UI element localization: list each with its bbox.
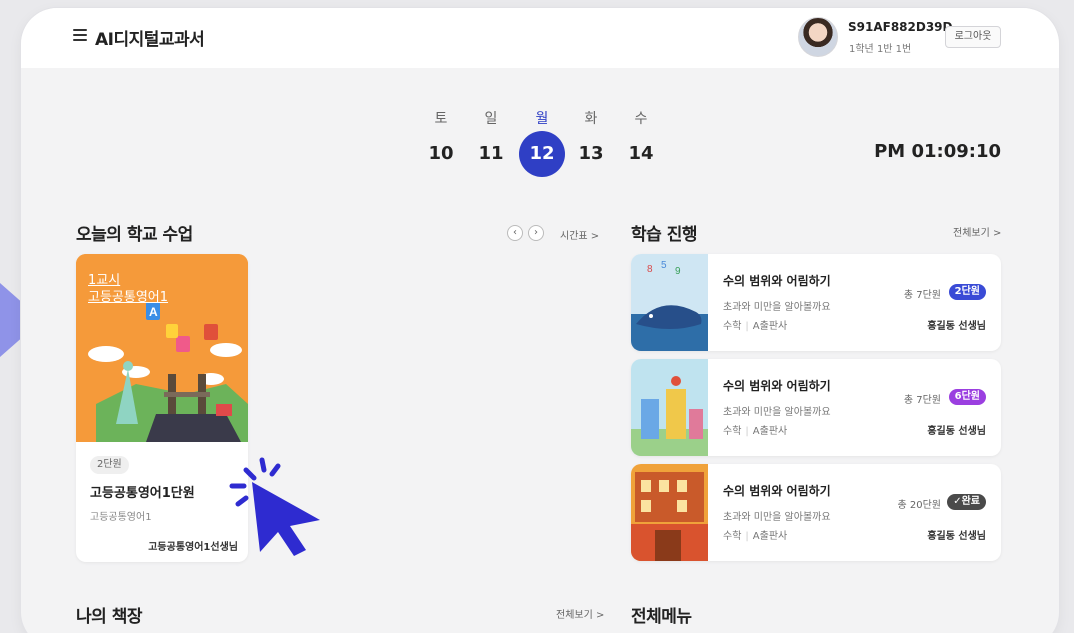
progress-complete-badge: ✓완료 xyxy=(947,494,986,510)
progress-unit-badge: 2단원 xyxy=(948,284,986,300)
progress-unit-badge: 6단원 xyxy=(948,389,986,405)
unit-badge: 2단원 xyxy=(90,456,129,474)
app-title: AI디지털교과서 xyxy=(95,30,205,50)
progress-card[interactable]: 8 5 9 수의 범위와 어림하기 초과와 미만을 알아볼까요 수학 | A출판사 … xyxy=(631,254,1001,351)
progress-publisher: A출판사 xyxy=(752,321,788,332)
progress-meta: 수학 | A출판사 xyxy=(723,527,787,542)
logout-button[interactable]: 로그아웃 xyxy=(945,26,1001,48)
bookshelf-view-all[interactable]: 전체보기 > xyxy=(556,606,604,621)
avatar xyxy=(798,17,838,57)
day-number[interactable]: 13 xyxy=(571,143,611,164)
day-number[interactable]: 14 xyxy=(621,143,661,164)
progress-teacher: 홍길동 선생님 xyxy=(927,321,986,332)
progress-publisher: A출판사 xyxy=(752,426,788,437)
svg-text:A: A xyxy=(149,305,158,319)
class-card-illustration: A 1교시 고등공통영어1 xyxy=(76,254,248,442)
building-thumbnail xyxy=(631,464,708,561)
top-bar: AI디지털교과서 S91AF882D39D 1학년 1반 1번 로그아웃 xyxy=(21,8,1059,68)
user-id: S91AF882D39D xyxy=(848,20,953,34)
day-number[interactable]: 11 xyxy=(471,143,511,164)
class-teacher: 고등공통영어1선생님 xyxy=(148,542,238,553)
progress-card[interactable]: 수의 범위와 어림하기 초과와 미만을 알아볼까요 수학 | A출판사 총 20단원… xyxy=(631,464,1001,561)
learning-progress-view-all[interactable]: 전체보기 > xyxy=(953,224,1001,239)
progress-subtitle: 초과와 미만을 알아볼까요 xyxy=(723,407,831,418)
click-cursor-icon xyxy=(228,456,328,556)
day-label-sat: 토 xyxy=(434,111,448,127)
svg-text:5: 5 xyxy=(661,260,667,271)
meta-divider: | xyxy=(745,426,749,437)
progress-meta: 수학 | A출판사 xyxy=(723,317,787,332)
svg-text:9: 9 xyxy=(675,266,681,277)
clock: PM 01:09:10 xyxy=(874,141,1001,162)
day-number-selected[interactable]: 12 xyxy=(519,131,565,177)
class-period-label[interactable]: 1교시 xyxy=(88,272,168,289)
progress-teacher: 홍길동 선생님 xyxy=(927,531,986,542)
class-title: 고등공통영어1단원 xyxy=(90,486,195,501)
user-class: 1학년 1반 1번 xyxy=(849,44,912,55)
progress-teacher: 홍길동 선생님 xyxy=(927,426,986,437)
timetable-link[interactable]: 시간표 > xyxy=(560,227,599,242)
progress-title: 수의 범위와 어림하기 xyxy=(723,379,831,393)
progress-publisher: A출판사 xyxy=(752,531,788,542)
progress-complete-label: 완료 xyxy=(961,496,980,507)
progress-title: 수의 범위와 어림하기 xyxy=(723,274,831,288)
day-label-tue: 화 xyxy=(584,111,598,127)
chevron-left-icon[interactable]: ‹ xyxy=(507,225,523,241)
school-classes-title: 오늘의 학교 수업 xyxy=(76,225,193,245)
chevron-right-icon[interactable]: › xyxy=(528,225,544,241)
app-window: AI디지털교과서 S91AF882D39D 1학년 1반 1번 로그아웃 토 일… xyxy=(21,8,1059,633)
svg-text:8: 8 xyxy=(647,264,653,275)
day-label-sun: 일 xyxy=(484,111,498,127)
class-card[interactable]: A 1교시 고등공통영어1 2단원 고등공통영어1단원 고등공통영어1 고등공통… xyxy=(76,254,248,562)
learning-progress-title: 학습 진행 xyxy=(631,225,697,245)
progress-total: 총 20단원 xyxy=(897,500,941,511)
class-period[interactable]: 1교시 고등공통영어1 xyxy=(88,272,168,306)
progress-meta: 수학 | A출판사 xyxy=(723,422,787,437)
progress-subtitle: 초과와 미만을 알아볼까요 xyxy=(723,302,831,313)
meta-divider: | xyxy=(745,531,749,542)
hamburger-icon[interactable] xyxy=(73,29,87,41)
all-menu-title: 전체메뉴 xyxy=(631,607,692,627)
class-subtitle: 고등공통영어1 xyxy=(90,512,152,523)
whale-thumbnail: 8 5 9 xyxy=(631,254,708,351)
day-number[interactable]: 10 xyxy=(421,143,461,164)
meta-divider: | xyxy=(745,321,749,332)
progress-subtitle: 초과와 미만을 알아볼까요 xyxy=(723,512,831,523)
class-subject-link[interactable]: 고등공통영어1 xyxy=(88,289,168,306)
progress-subject: 수학 xyxy=(723,426,742,437)
progress-total: 총 7단원 xyxy=(903,395,941,406)
check-icon: ✓ xyxy=(953,496,962,507)
day-label-mon: 월 xyxy=(535,111,549,127)
day-label-wed: 수 xyxy=(634,111,648,127)
progress-card[interactable]: 수의 범위와 어림하기 초과와 미만을 알아볼까요 수학 | A출판사 총 7단원 … xyxy=(631,359,1001,456)
progress-subject: 수학 xyxy=(723,531,742,542)
progress-total: 총 7단원 xyxy=(903,290,941,301)
progress-subject: 수학 xyxy=(723,321,742,332)
progress-title: 수의 범위와 어림하기 xyxy=(723,484,831,498)
bookshelf-title: 나의 책장 xyxy=(76,607,142,627)
playground-thumbnail xyxy=(631,359,708,456)
